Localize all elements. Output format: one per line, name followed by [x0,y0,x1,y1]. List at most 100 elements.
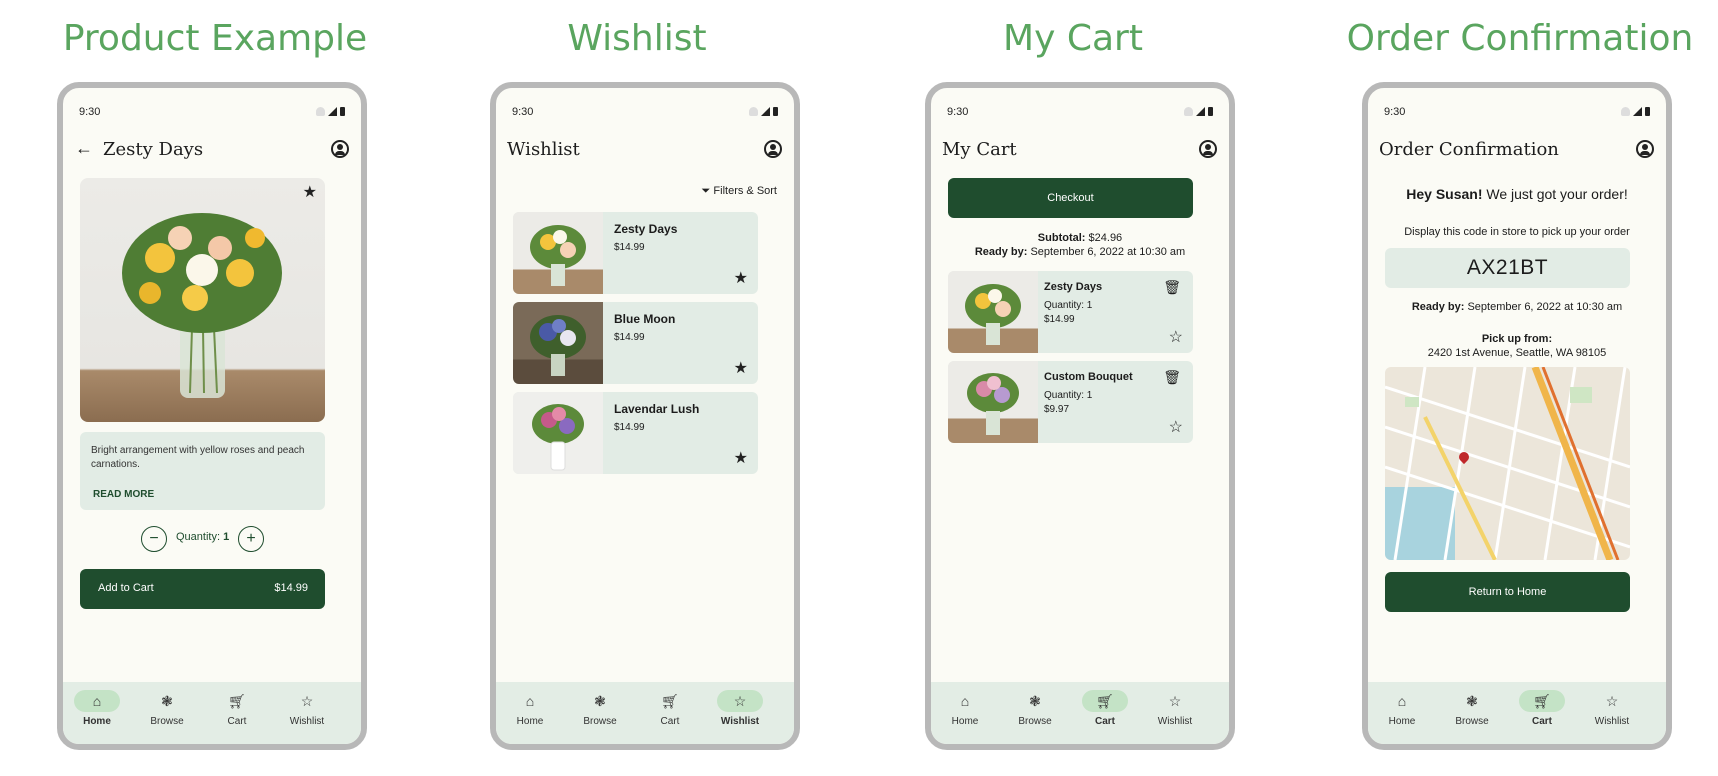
ready-by-label: Ready by: [1411,301,1465,313]
item-name: Blue Moon [614,312,676,326]
description-card: Bright arrangement with yellow roses and… [80,432,325,510]
flower-thumbnail [948,271,1038,353]
signal-icon [761,107,770,116]
account-icon[interactable] [764,140,782,158]
home-icon: ⌂ [960,693,970,709]
increase-quantity-button[interactable]: + [238,526,264,552]
browse-icon: ❃ [1029,692,1041,709]
favorite-star-icon[interactable]: ★ [734,268,748,288]
item-price: $9.97 [1044,404,1070,415]
flower-bouquet-illustration [122,213,282,398]
list-item[interactable]: Blue Moon $14.99 ★ [513,302,758,384]
battery-icon [1645,107,1650,116]
app-bar: ← Zesty Days [63,134,361,166]
quantity-value: 1 [223,531,230,543]
flower-thumbnail [513,302,603,384]
nav-home[interactable]: ⌂ Home [500,690,560,727]
item-name: Custom Bouquet [1044,371,1133,383]
quantity-label: Quantity: 1 [176,531,230,543]
delete-icon[interactable]: 🗑︎ [1163,369,1181,386]
signal-icon [328,107,337,116]
list-item[interactable]: Lavendar Lush $14.99 ★ [513,392,758,474]
read-more-link[interactable]: READ MORE [93,489,154,500]
product-image: ★ [80,178,325,422]
page-title: Order Confirmation [1379,139,1559,160]
nav-home[interactable]: ⌂ Home [935,690,995,727]
decrease-quantity-button[interactable]: − [141,526,167,552]
favorite-star-icon[interactable]: ★ [303,182,317,202]
browse-icon: ❃ [594,692,606,709]
return-home-button[interactable]: Return to Home [1385,572,1630,612]
bottom-nav: ⌂ Home ❃ Browse 🛒︎ Cart ☆ Wishlist [931,682,1229,744]
favorite-star-icon[interactable]: ★ [734,448,748,468]
ready-by-label: Ready by: [974,246,1028,258]
page-title: Wishlist [507,139,580,160]
filters-sort-button[interactable]: ⏷ Filters & Sort [702,185,777,198]
nav-browse[interactable]: ❃ Browse [137,690,197,728]
nav-wishlist[interactable]: ☆ Wishlist [710,690,770,727]
product-description: Bright arrangement with yellow roses and… [91,445,305,470]
favorite-star-outline-icon[interactable]: ☆ [1169,417,1183,437]
favorite-star-outline-icon[interactable]: ☆ [1169,327,1183,347]
wishlist-star-icon: ☆ [300,692,314,709]
nav-browse[interactable]: ❃ Browse [570,690,630,728]
status-time: 9:30 [947,106,969,118]
nav-cart[interactable]: 🛒︎ Cart [1075,690,1135,727]
heading-wishlist: Wishlist [567,18,707,59]
add-to-cart-label: Add to Cart [98,582,154,594]
item-name: Lavendar Lush [614,402,700,416]
page-title: Zesty Days [103,139,204,160]
wifi-icon [1621,107,1630,116]
status-bar: 9:30 [512,106,778,120]
home-icon: ⌂ [1397,693,1407,709]
item-price: $14.99 [1044,314,1075,325]
nav-wishlist[interactable]: ☆ Wishlist [1582,690,1642,728]
delete-icon[interactable]: 🗑︎ [1163,279,1181,296]
nav-cart[interactable]: 🛒︎ Cart [1512,690,1572,727]
phone-order-confirmation: 9:30 Order Confirmation Hey Susan! We ju… [1362,82,1672,750]
heading-product-example: Product Example [62,18,368,59]
item-price: $14.99 [614,242,645,253]
account-icon[interactable] [1636,140,1654,158]
checkout-button[interactable]: Checkout [948,178,1193,218]
list-item[interactable]: Zesty Days $14.99 ★ [513,212,758,294]
cart-icon: 🛒︎ [661,692,679,709]
account-icon[interactable] [1199,140,1217,158]
map[interactable] [1385,367,1630,560]
nav-home[interactable]: ⌂ Home [67,690,127,727]
ready-by-value: September 6, 2022 at 10:30 am [1467,301,1623,313]
nav-browse[interactable]: ❃ Browse [1442,690,1502,728]
quantity-stepper: − Quantity: 1 + [141,526,271,554]
cart-item[interactable]: Zesty Days Quantity: 1 $14.99 🗑︎ ☆ [948,271,1193,353]
add-to-cart-button[interactable]: Add to Cart $14.99 [80,569,325,609]
pickup-address: 2420 1st Avenue, Seattle, WA 98105 [1427,347,1607,359]
favorite-star-icon[interactable]: ★ [734,358,748,378]
nav-home[interactable]: ⌂ Home [1372,690,1432,727]
wifi-icon [1184,107,1193,116]
nav-cart[interactable]: 🛒︎ Cart [640,690,700,728]
cart-item[interactable]: Custom Bouquet Quantity: 1 $9.97 🗑︎ ☆ [948,361,1193,443]
nav-cart[interactable]: 🛒︎ Cart [207,690,267,728]
filter-icon: ⏷ [701,185,711,197]
nav-wishlist[interactable]: ☆ Wishlist [1145,690,1205,728]
battery-icon [773,107,778,116]
browse-icon: ❃ [1466,692,1478,709]
ready-by: Ready by: September 6, 2022 at 10:30 am [1368,301,1666,313]
back-arrow-icon[interactable]: ← [75,138,93,159]
wifi-icon [749,107,758,116]
cart-icon: 🛒︎ [1082,690,1128,712]
pickup-instructions: Display this code in store to pick up yo… [1404,226,1630,238]
nav-wishlist[interactable]: ☆ Wishlist [277,690,337,728]
wifi-icon [316,107,325,116]
cart-icon: 🛒︎ [1519,690,1565,712]
add-to-cart-price: $14.99 [274,582,308,594]
pickup-label: Pick up from: [1481,333,1553,345]
phone-cart: 9:30 My Cart Checkout Subtotal: $24.96 R… [925,82,1235,750]
home-icon: ⌂ [74,690,120,712]
item-name: Zesty Days [1044,281,1103,293]
bottom-nav: ⌂ Home ❃ Browse 🛒︎ Cart ☆ Wishlist [63,682,361,744]
subtotal-label: Subtotal: [1037,232,1086,244]
nav-browse[interactable]: ❃ Browse [1005,690,1065,728]
account-icon[interactable] [331,140,349,158]
bottom-nav: ⌂ Home ❃ Browse 🛒︎ Cart ☆ Wishlist [496,682,794,744]
